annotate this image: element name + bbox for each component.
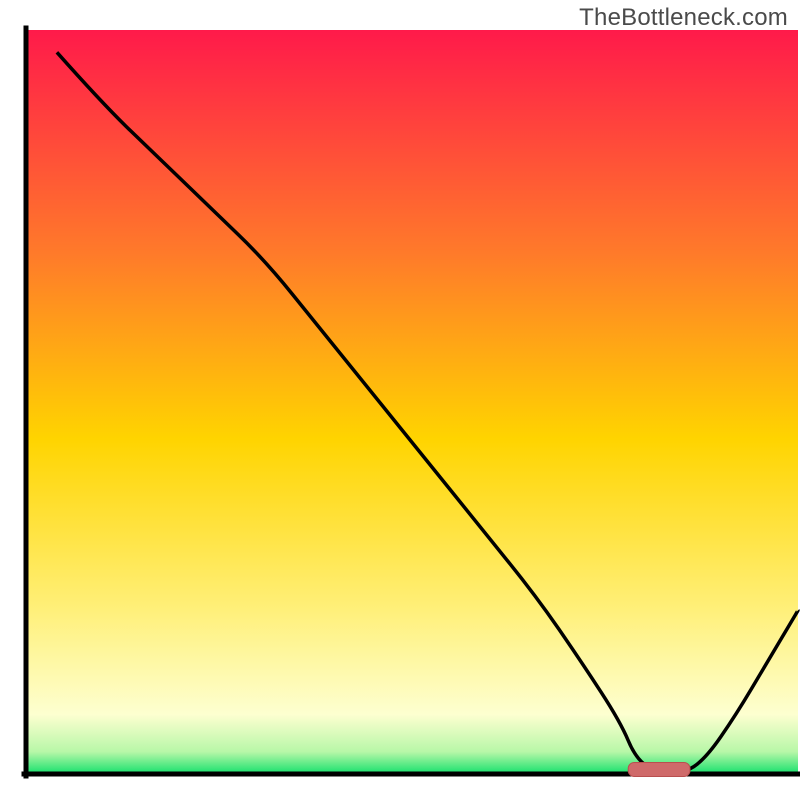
watermark-text: TheBottleneck.com — [579, 4, 788, 32]
bottleneck-chart — [0, 0, 800, 800]
chart-container: TheBottleneck.com — [0, 0, 800, 800]
optimum-marker — [628, 763, 690, 777]
